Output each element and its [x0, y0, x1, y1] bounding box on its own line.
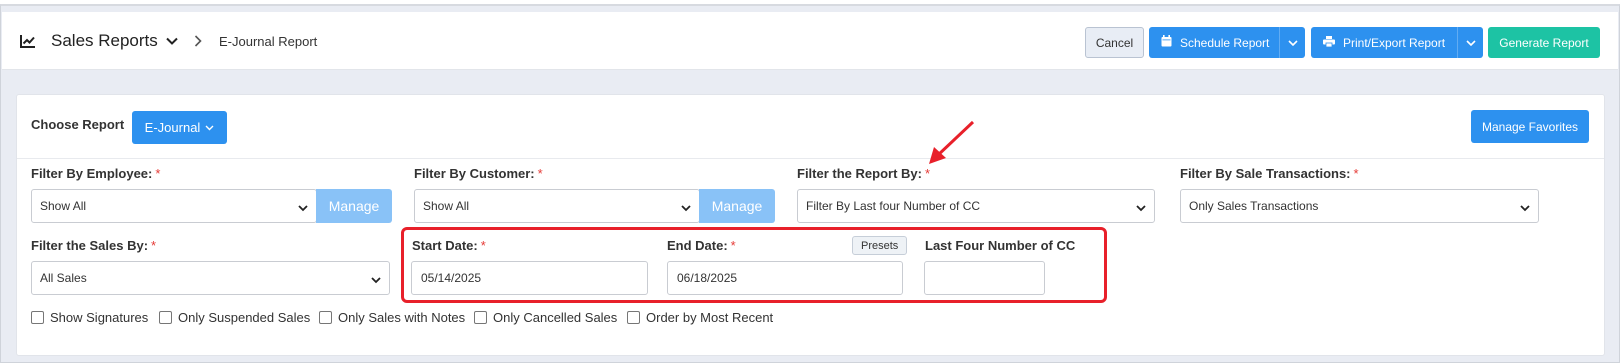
printer-icon [1323, 35, 1335, 50]
checkbox-box[interactable] [159, 311, 172, 324]
chevron-down-icon [1136, 201, 1146, 215]
required-marker: * [1353, 166, 1359, 181]
sales-by-select[interactable]: All Sales [31, 261, 390, 295]
checkbox-box[interactable] [319, 311, 332, 324]
only-suspended-sales-checkbox[interactable]: Only Suspended Sales [159, 310, 310, 325]
checkbox-label: Order by Most Recent [646, 310, 774, 325]
checkbox-label: Only Sales with Notes [338, 310, 466, 325]
sales-by-select-value: All Sales [40, 271, 87, 285]
filter-sales-by-label: Filter the Sales By: * [31, 238, 156, 253]
checkbox-label: Only Suspended Sales [178, 310, 311, 325]
checkbox-box[interactable] [474, 311, 487, 324]
customer-select[interactable]: Show All [414, 189, 700, 223]
filter-customer-label: Filter By Customer: * [414, 166, 543, 181]
checkbox-label: Only Cancelled Sales [493, 310, 618, 325]
filter-employee-text: Filter By Employee: [31, 166, 153, 181]
filter-sales-by-text: Filter the Sales By: [31, 238, 149, 253]
employee-select-value: Show All [40, 199, 87, 213]
customer-select-value: Show All [423, 199, 470, 213]
filter-sale-transactions-label: Filter By Sale Transactions: * [1180, 166, 1359, 181]
required-marker: * [151, 238, 157, 253]
chevron-down-icon [371, 273, 381, 287]
report-by-select[interactable]: Filter By Last four Number of CC [797, 189, 1155, 223]
required-marker: * [924, 166, 931, 181]
filter-sale-transactions-text: Filter By Sale Transactions: [1180, 166, 1351, 181]
chevron-down-icon [205, 125, 214, 131]
report-by-select-value: Filter By Last four Number of CC [806, 199, 981, 213]
chevron-down-icon [1520, 201, 1530, 215]
report-select-button[interactable]: E-Journal [132, 111, 227, 144]
chevron-down-icon[interactable] [166, 12, 178, 70]
sale-transactions-select-value: Only Sales Transactions [1189, 199, 1319, 213]
report-select-label: E-Journal [144, 120, 201, 135]
card-header: Choose Report E-Journal Manage Favorites [17, 95, 1604, 159]
show-signatures-checkbox[interactable]: Show Signatures [31, 310, 148, 325]
chevron-down-icon [298, 201, 308, 215]
chevron-down-icon [681, 201, 691, 215]
checkbox-box[interactable] [31, 311, 44, 324]
schedule-report-label: Schedule Report [1180, 35, 1270, 50]
filter-customer-text: Filter By Customer: [414, 166, 535, 181]
generate-report-button[interactable]: Generate Report [1488, 27, 1600, 58]
checkbox-label: Show Signatures [50, 310, 149, 325]
checkbox-box[interactable] [627, 311, 640, 324]
only-cancelled-sales-checkbox[interactable]: Only Cancelled Sales [474, 310, 617, 325]
sale-transactions-select[interactable]: Only Sales Transactions [1180, 189, 1539, 223]
print-export-label: Print/Export Report [1343, 35, 1446, 50]
employee-select[interactable]: Show All [31, 189, 317, 223]
page-title[interactable]: Sales Reports [51, 12, 158, 70]
filter-report-by-text: Filter the Report By: [797, 166, 922, 181]
annotation-arrow-icon [929, 120, 975, 164]
order-by-most-recent-checkbox[interactable]: Order by Most Recent [627, 310, 773, 325]
report-card: Choose Report E-Journal Manage Favorites… [16, 94, 1605, 356]
schedule-report-button[interactable]: Schedule Report [1149, 27, 1305, 58]
chevron-down-icon[interactable] [1457, 27, 1483, 58]
calendar-icon [1161, 35, 1172, 50]
filter-report-by-label: Filter the Report By: * [797, 166, 930, 181]
only-sales-with-notes-checkbox[interactable]: Only Sales with Notes [319, 310, 465, 325]
manage-favorites-button[interactable]: Manage Favorites [1471, 110, 1589, 143]
breadcrumb-current: E-Journal Report [219, 33, 318, 49]
line-chart-icon [20, 12, 36, 70]
choose-report-label: Choose Report [31, 117, 125, 132]
annotation-highlight-box [401, 227, 1107, 303]
chevron-right-icon [194, 12, 202, 70]
print-export-button[interactable]: Print/Export Report [1311, 27, 1483, 58]
chevron-down-icon[interactable] [1279, 27, 1305, 58]
required-marker: * [537, 166, 543, 181]
manage-employee-button[interactable]: Manage [316, 189, 392, 223]
cancel-button[interactable]: Cancel [1085, 27, 1144, 58]
filter-employee-label: Filter By Employee: * [31, 166, 160, 181]
manage-customer-button[interactable]: Manage [699, 189, 775, 223]
required-marker: * [155, 166, 161, 181]
